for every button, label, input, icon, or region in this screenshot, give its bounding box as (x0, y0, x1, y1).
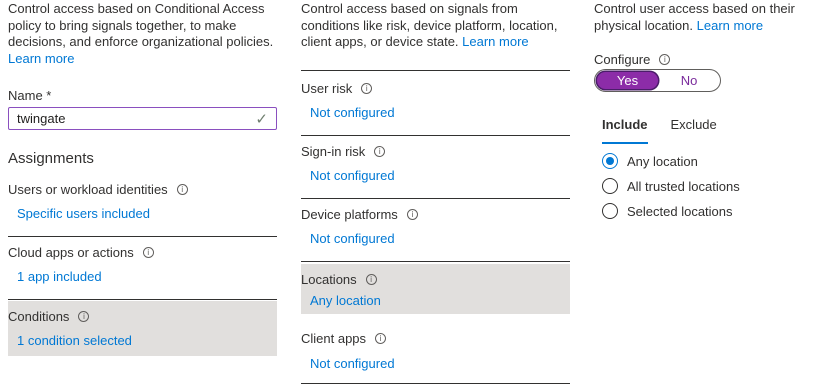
locations-section[interactable]: Locations i Any location (301, 264, 570, 314)
info-icon[interactable]: i (142, 246, 154, 258)
users-section[interactable]: Users or workload identities i Specific … (8, 174, 277, 237)
sign-in-risk-value-link[interactable]: Not configured (310, 168, 395, 183)
check-icon: ✓ (255, 109, 268, 128)
user-risk-section[interactable]: User risk i Not configured (301, 73, 570, 136)
divider (301, 261, 570, 262)
toggle-no-option[interactable]: No (659, 72, 719, 89)
policy-description-text: Control access based on Conditional Acce… (8, 1, 274, 49)
conditions-section[interactable]: Conditions i 1 condition selected (8, 301, 277, 356)
radio-all-trusted-locations[interactable]: All trusted locations (602, 178, 740, 194)
learn-more-link[interactable]: Learn more (8, 51, 74, 66)
sign-in-risk-section[interactable]: Sign-in risk i Not configured (301, 136, 570, 199)
locations-description: Control user access based on their physi… (594, 1, 834, 34)
info-icon[interactable]: i (361, 82, 373, 94)
client-apps-label: Client apps (301, 330, 367, 346)
radio-button[interactable] (602, 203, 618, 219)
conditions-description: Control access based on signals from con… (301, 1, 570, 51)
device-platforms-value-link[interactable]: Not configured (310, 231, 395, 246)
conditions-label-row: Conditions i (8, 307, 90, 325)
info-icon[interactable]: i (375, 332, 387, 344)
info-icon[interactable]: i (374, 145, 386, 157)
assignments-heading: Assignments (8, 150, 94, 167)
name-input[interactable]: twingate ✓ (8, 107, 277, 130)
client-apps-section[interactable]: Client apps i Not configured (301, 324, 570, 384)
cloud-apps-section[interactable]: Cloud apps or actions i 1 app included (8, 237, 277, 300)
sign-in-risk-label: Sign-in risk (301, 143, 366, 159)
info-icon[interactable]: i (78, 310, 90, 322)
radio-label: Any location (627, 153, 698, 169)
locations-label: Locations (301, 271, 357, 287)
device-platforms-section[interactable]: Device platforms i Not configured (301, 199, 570, 262)
locations-value-link[interactable]: Any location (310, 293, 381, 308)
divider (301, 383, 570, 384)
radio-button[interactable] (602, 178, 618, 194)
user-risk-value-link[interactable]: Not configured (310, 105, 395, 120)
info-icon[interactable]: i (659, 53, 671, 65)
users-label: Users or workload identities (8, 181, 168, 197)
learn-more-link[interactable]: Learn more (462, 34, 528, 49)
divider (301, 70, 570, 71)
locations-description-text: Control user access based on their physi… (594, 1, 795, 33)
policy-basics-column: Control access based on Conditional Acce… (8, 0, 277, 356)
toggle-yes-option[interactable]: Yes (597, 72, 658, 89)
cloud-apps-label: Cloud apps or actions (8, 244, 134, 260)
locations-label-row: Locations i (301, 270, 377, 288)
client-apps-label-row: Client apps i (301, 329, 387, 347)
radio-button[interactable] (602, 153, 618, 169)
cloud-apps-label-row: Cloud apps or actions i (8, 243, 154, 261)
users-label-row: Users or workload identities i (8, 180, 188, 198)
configure-toggle[interactable]: Yes No (594, 69, 721, 92)
device-platforms-label: Device platforms (301, 206, 398, 222)
radio-label: Selected locations (627, 203, 733, 219)
info-icon[interactable]: i (176, 183, 188, 195)
radio-any-location[interactable]: Any location (602, 153, 698, 169)
name-input-value: twingate (17, 111, 66, 126)
info-icon[interactable]: i (406, 208, 418, 220)
locations-column: Control user access based on their physi… (594, 0, 834, 219)
cloud-apps-value-link[interactable]: 1 app included (17, 269, 102, 284)
device-platforms-label-row: Device platforms i (301, 205, 418, 223)
conditions-column: Control access based on signals from con… (301, 0, 570, 384)
conditions-value-link[interactable]: 1 condition selected (17, 333, 132, 348)
radio-label: All trusted locations (627, 178, 740, 194)
configure-label: Configure (594, 51, 651, 67)
radio-selected-locations[interactable]: Selected locations (602, 203, 733, 219)
sign-in-risk-label-row: Sign-in risk i (301, 142, 386, 160)
name-label: Name * (8, 88, 52, 103)
policy-description: Control access based on Conditional Acce… (8, 1, 277, 67)
user-risk-label: User risk (301, 80, 353, 96)
learn-more-link[interactable]: Learn more (697, 18, 763, 33)
tab-exclude[interactable]: Exclude (671, 117, 717, 144)
client-apps-value-link[interactable]: Not configured (310, 356, 395, 371)
divider (8, 299, 277, 300)
tab-bar: Include Exclude (602, 117, 717, 144)
configure-label-row: Configure i (594, 50, 671, 68)
tab-include[interactable]: Include (602, 117, 648, 144)
conditions-label: Conditions (8, 308, 70, 324)
user-risk-label-row: User risk i (301, 79, 373, 97)
users-value-link[interactable]: Specific users included (17, 206, 150, 221)
info-icon[interactable]: i (365, 273, 377, 285)
